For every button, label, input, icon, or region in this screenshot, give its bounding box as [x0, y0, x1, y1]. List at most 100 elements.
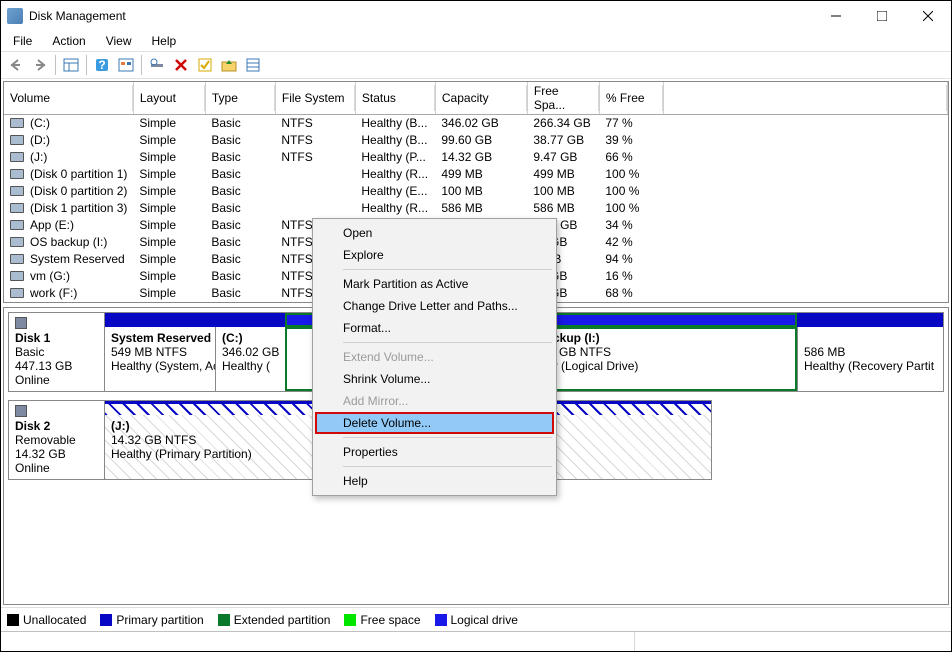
volume-fs: NTFS: [275, 149, 355, 166]
volume-row[interactable]: (Disk 1 partition 3)SimpleBasicHealthy (…: [4, 200, 948, 217]
ctx-help[interactable]: Help: [315, 470, 554, 492]
volume-pct: 94 %: [599, 251, 663, 268]
col-pctfree[interactable]: % Free: [599, 82, 663, 115]
volume-layout: Simple: [133, 132, 205, 149]
col-filesystem[interactable]: File System: [275, 82, 355, 115]
band-primary: [105, 313, 215, 327]
col-capacity[interactable]: Capacity: [435, 82, 527, 115]
forward-button[interactable]: [29, 54, 51, 76]
check-icon[interactable]: [194, 54, 216, 76]
show-hide-tree-button[interactable]: [60, 54, 82, 76]
toolbar: ?: [1, 51, 951, 79]
volume-icon: [10, 237, 24, 247]
ctx-open[interactable]: Open: [315, 222, 554, 244]
disk-2-state: Online: [15, 461, 100, 475]
disk-1-name: Disk 1: [15, 331, 100, 345]
disk-icon: [15, 405, 27, 417]
volume-icon: [10, 220, 24, 230]
volume-pct: 39 %: [599, 132, 663, 149]
disk-1-header[interactable]: Disk 1 Basic 447.13 GB Online: [9, 313, 105, 391]
volume-type: Basic: [205, 166, 275, 183]
col-layout[interactable]: Layout: [133, 82, 205, 115]
volume-layout: Simple: [133, 166, 205, 183]
volume-name: App (E:): [30, 218, 74, 232]
ctx-delete-volume[interactable]: Delete Volume...: [315, 412, 554, 434]
maximize-button[interactable]: [859, 1, 905, 31]
col-type[interactable]: Type: [205, 82, 275, 115]
ctx-explore[interactable]: Explore: [315, 244, 554, 266]
volume-name: (J:): [30, 150, 47, 164]
folder-up-icon[interactable]: [218, 54, 240, 76]
volume-row[interactable]: (J:)SimpleBasicNTFSHealthy (P...14.32 GB…: [4, 149, 948, 166]
volume-fs: [275, 166, 355, 183]
volume-free: 586 MB: [527, 200, 599, 217]
help-button[interactable]: ?: [91, 54, 113, 76]
partition-state: Healthy (Recovery Partit: [804, 359, 934, 373]
ctx-shrink[interactable]: Shrink Volume...: [315, 368, 554, 390]
volume-row[interactable]: (D:)SimpleBasicNTFSHealthy (B...99.60 GB…: [4, 132, 948, 149]
volume-type: Basic: [205, 149, 275, 166]
close-button[interactable]: [905, 1, 951, 31]
volume-row[interactable]: (Disk 0 partition 1)SimpleBasicHealthy (…: [4, 166, 948, 183]
volume-type: Basic: [205, 268, 275, 285]
refresh-button[interactable]: [146, 54, 168, 76]
volume-icon: [10, 254, 24, 264]
ctx-mark-active[interactable]: Mark Partition as Active: [315, 273, 554, 295]
minimize-button[interactable]: [813, 1, 859, 31]
volume-type: Basic: [205, 115, 275, 132]
volume-pct: 42 %: [599, 234, 663, 251]
menu-action[interactable]: Action: [44, 32, 93, 50]
volume-capacity: 100 MB: [435, 183, 527, 200]
volume-status: Healthy (B...: [355, 132, 435, 149]
volume-layout: Simple: [133, 183, 205, 200]
volume-layout: Simple: [133, 149, 205, 166]
disk-2-header[interactable]: Disk 2 Removable 14.32 GB Online: [9, 401, 105, 479]
back-button[interactable]: [5, 54, 27, 76]
partition-title: System Reserved: [111, 331, 209, 345]
ctx-properties[interactable]: Properties: [315, 441, 554, 463]
app-icon: [7, 8, 23, 24]
volume-row[interactable]: (Disk 0 partition 2)SimpleBasicHealthy (…: [4, 183, 948, 200]
delete-icon[interactable]: [170, 54, 192, 76]
window-title: Disk Management: [29, 9, 813, 23]
volume-type: Basic: [205, 200, 275, 217]
volume-icon: [10, 152, 24, 162]
col-freespace[interactable]: Free Spa...: [527, 82, 599, 115]
band-primary: [797, 313, 943, 327]
partition-system-reserved[interactable]: System Reserved 549 MB NTFS Healthy (Sys…: [105, 327, 215, 391]
menu-file[interactable]: File: [5, 32, 40, 50]
volume-list-header: Volume Layout Type File System Status Ca…: [4, 82, 948, 115]
volume-icon: [10, 271, 24, 281]
ctx-change-letter[interactable]: Change Drive Letter and Paths...: [315, 295, 554, 317]
ctx-format[interactable]: Format...: [315, 317, 554, 339]
partition-recovery[interactable]: 586 MB Healthy (Recovery Partit: [797, 327, 943, 391]
volume-type: Basic: [205, 251, 275, 268]
properties-icon[interactable]: [242, 54, 264, 76]
settings-button[interactable]: [115, 54, 137, 76]
partition-size: 346.02 GB: [222, 345, 279, 359]
partition-state: Healthy (: [222, 359, 270, 373]
volume-name: (Disk 1 partition 3): [30, 201, 127, 215]
volume-status: Healthy (P...: [355, 149, 435, 166]
volume-fs: NTFS: [275, 132, 355, 149]
band-primary: [215, 313, 285, 327]
disk-2-size: 14.32 GB: [15, 447, 100, 461]
partition-c[interactable]: (C:) 346.02 GB Healthy (: [215, 327, 285, 391]
volume-pct: 34 %: [599, 217, 663, 234]
col-status[interactable]: Status: [355, 82, 435, 115]
disk-2-name: Disk 2: [15, 419, 100, 433]
menu-help[interactable]: Help: [144, 32, 185, 50]
volume-icon: [10, 186, 24, 196]
col-volume[interactable]: Volume: [4, 82, 133, 115]
partition-state: Healthy (Primary Partition): [111, 447, 252, 461]
volume-status: Healthy (E...: [355, 183, 435, 200]
volume-row[interactable]: (C:)SimpleBasicNTFSHealthy (B...346.02 G…: [4, 115, 948, 132]
volume-fs: [275, 200, 355, 217]
menu-view[interactable]: View: [98, 32, 140, 50]
statusbar: [1, 631, 951, 651]
svg-text:?: ?: [98, 58, 105, 72]
volume-capacity: 499 MB: [435, 166, 527, 183]
volume-pct: 100 %: [599, 166, 663, 183]
ctx-add-mirror: Add Mirror...: [315, 390, 554, 412]
volume-name: work (F:): [30, 286, 77, 300]
